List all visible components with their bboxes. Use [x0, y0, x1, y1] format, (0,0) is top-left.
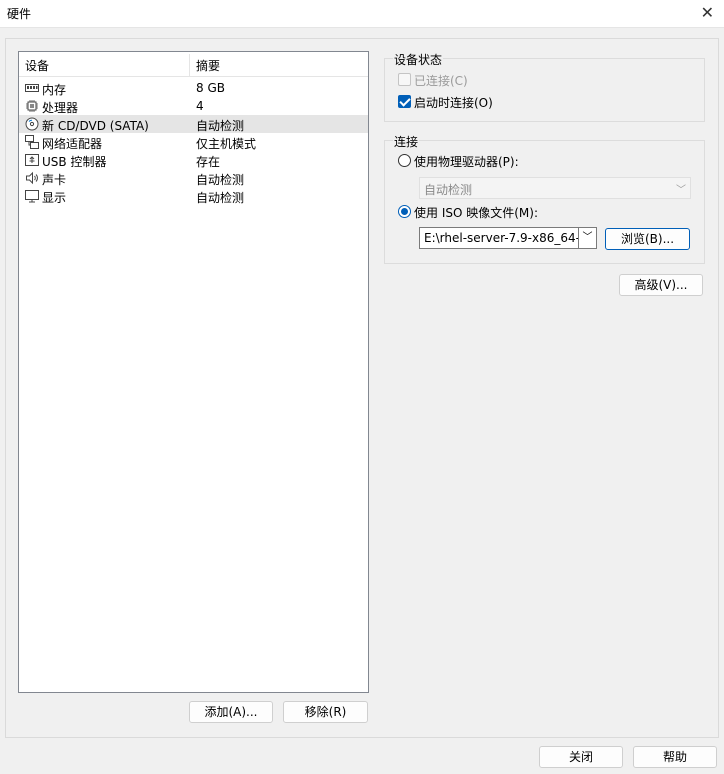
device-summary: 4: [196, 99, 204, 113]
device-status-group: 设备状态: [384, 51, 705, 122]
device-row-display[interactable]: 显示 自动检测: [19, 187, 368, 205]
connection-title: 连接: [393, 133, 420, 150]
chevron-down-icon[interactable]: ﹀: [578, 228, 596, 248]
use-physical-drive-label: 使用物理驱动器(P):: [414, 155, 519, 169]
processor-icon: [26, 100, 38, 112]
chevron-down-icon: ﹀: [676, 185, 686, 196]
device-summary: 自动检测: [196, 119, 245, 133]
device-list-header: 设备 摘要: [19, 52, 368, 77]
device-list[interactable]: 设备 摘要 内存 8 GB 处理器 4 新 CD/DVD (SATA) 自动检测: [18, 51, 369, 693]
device-row-processor[interactable]: 处理器 4: [19, 97, 368, 115]
device-name: 声卡: [42, 173, 67, 187]
use-physical-drive-radio[interactable]: [398, 154, 411, 167]
device-name: 内存: [42, 83, 67, 97]
browse-button[interactable]: 浏览(B)...: [605, 228, 690, 250]
column-header-summary[interactable]: 摘要: [196, 57, 220, 74]
device-status-title: 设备状态: [393, 51, 444, 68]
column-divider[interactable]: [189, 54, 190, 76]
memory-icon: [25, 84, 39, 92]
help-button[interactable]: 帮助: [633, 746, 717, 768]
connected-label: 已连接(C): [414, 74, 468, 88]
device-row-usb-controller[interactable]: USB 控制器 存在: [19, 151, 368, 169]
close-button[interactable]: 关闭: [539, 746, 623, 768]
cd-dvd-icon: [25, 117, 39, 131]
usb-icon: [25, 154, 39, 166]
device-row-cd-dvd[interactable]: 新 CD/DVD (SATA) 自动检测: [19, 115, 368, 133]
close-window-icon[interactable]: ✕: [701, 3, 714, 23]
use-iso-image-radio[interactable]: [398, 205, 411, 218]
device-summary: 8 GB: [196, 81, 225, 95]
window-title: 硬件: [7, 7, 32, 21]
network-adapter-icon: [25, 135, 39, 149]
device-row-network-adapter[interactable]: 网络适配器 仅主机模式: [19, 133, 368, 151]
physical-drive-select[interactable]: 自动检测 ﹀: [419, 177, 691, 199]
column-header-device[interactable]: 设备: [25, 57, 49, 74]
iso-path-combobox[interactable]: E:\rhel-server-7.9-x86_64-dvd.iso ﹀: [419, 227, 597, 249]
use-iso-image-label: 使用 ISO 映像文件(M):: [414, 206, 538, 220]
device-summary: 仅主机模式: [196, 137, 257, 151]
device-name: 显示: [42, 191, 67, 205]
physical-drive-value: 自动检测: [424, 183, 473, 197]
device-name: 网络适配器: [42, 137, 103, 151]
title-bar: 硬件 ✕: [0, 0, 724, 28]
device-row-sound-card[interactable]: 声卡 自动检测: [19, 169, 368, 187]
device-summary: 自动检测: [196, 191, 245, 205]
device-summary: 存在: [196, 155, 221, 169]
sound-card-icon: [26, 171, 38, 185]
display-icon: [25, 190, 39, 203]
device-row-memory[interactable]: 内存 8 GB: [19, 79, 368, 97]
remove-hardware-button[interactable]: 移除(R): [283, 701, 368, 723]
advanced-button[interactable]: 高级(V)...: [619, 274, 703, 296]
device-summary: 自动检测: [196, 173, 245, 187]
device-name: 处理器: [42, 101, 79, 115]
iso-path-value[interactable]: E:\rhel-server-7.9-x86_64-dvd.iso: [424, 231, 596, 245]
device-name: USB 控制器: [42, 155, 107, 169]
connected-checkbox[interactable]: [398, 73, 411, 86]
connect-at-power-on-checkbox[interactable]: [398, 95, 411, 108]
connect-at-power-on-label: 启动时连接(O): [414, 96, 493, 110]
add-hardware-button[interactable]: 添加(A)...: [189, 701, 273, 723]
device-name: 新 CD/DVD (SATA): [42, 119, 149, 133]
